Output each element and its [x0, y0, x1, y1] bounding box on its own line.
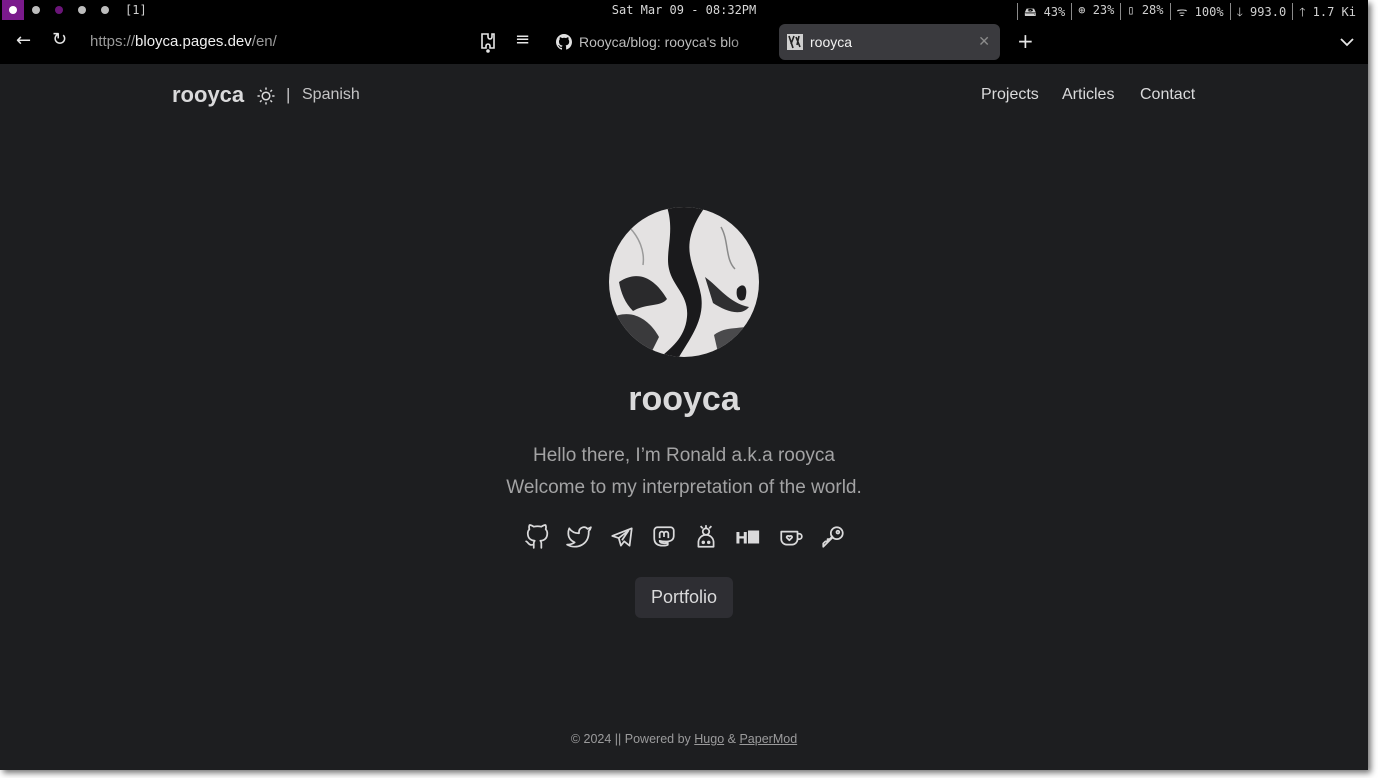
browser-toolbar: ← ↻ https://bloyca.pages.dev/en/ ≡ Rooyc…	[0, 20, 1368, 64]
footer-copyright: © 2024 || Powered by	[570, 732, 691, 746]
back-arrow-icon[interactable]: ←	[16, 32, 31, 50]
hugo-link[interactable]: Hugo	[694, 732, 724, 746]
profile-greeting: Hello there, I’m Ronald a.k.a rooyca	[532, 445, 836, 466]
tab-list-dropdown-icon[interactable]	[1339, 33, 1355, 51]
key-icon[interactable]	[818, 522, 848, 552]
twitter-icon[interactable]	[564, 522, 594, 552]
tab-github-blog[interactable]: Rooyca/blog: rooyca's blo	[548, 24, 770, 60]
site-favicon-icon	[787, 34, 803, 50]
svg-text:H: H	[735, 529, 748, 548]
theme-toggle-sun-icon[interactable]	[256, 86, 276, 106]
profile-avatar	[609, 207, 759, 357]
profile-name: rooyca	[628, 380, 740, 418]
url-host: bloyca.pages.dev	[135, 33, 252, 50]
github-icon[interactable]	[522, 522, 552, 552]
hn-icon[interactable]: H	[733, 522, 763, 552]
tab-label: rooyca	[810, 34, 853, 50]
tab-close-icon[interactable]: ✕	[978, 33, 990, 50]
footer-ampersand: &	[727, 732, 736, 746]
github-favicon-icon	[556, 34, 572, 50]
address-bar[interactable]: https://bloyca.pages.dev/en/	[90, 33, 277, 50]
tab-rooyca[interactable]: rooyca ✕	[779, 24, 1000, 60]
new-tab-icon[interactable]: +	[1017, 31, 1034, 51]
portfolio-button[interactable]: Portfolio	[635, 577, 733, 618]
url-scheme: https://	[90, 33, 136, 50]
telegram-icon[interactable]	[607, 522, 637, 552]
tab-label: Rooyca/blog: rooyca's blo	[579, 34, 739, 50]
papermod-link[interactable]: PaperMod	[739, 732, 797, 746]
mastodon-icon[interactable]	[649, 522, 679, 552]
nav-link-projects[interactable]: Projects	[981, 86, 1039, 104]
profile-tagline: Welcome to my interpretation of the worl…	[506, 477, 862, 498]
nav-link-contact[interactable]: Contact	[1140, 86, 1195, 104]
url-path: /en/	[251, 33, 277, 50]
system-status-bar: [1] Sat Mar 09 - 08:32PM 🖴 43% ⊕ 23% ▯ 2…	[0, 0, 1368, 24]
language-switch-link[interactable]: Spanish	[302, 86, 360, 104]
nav-link-articles[interactable]: Articles	[1062, 86, 1114, 104]
browser-window: [1] Sat Mar 09 - 08:32PM 🖴 43% ⊕ 23% ▯ 2…	[0, 0, 1368, 770]
tabs-menu-icon[interactable]: ≡	[515, 31, 530, 49]
header-separator: |	[286, 85, 291, 104]
extensions-icon[interactable]	[479, 31, 497, 57]
reload-icon[interactable]: ↻	[52, 31, 67, 49]
page-footer: © 2024 || Powered by Hugo & PaperMod	[0, 732, 1368, 746]
kofi-icon[interactable]	[776, 522, 806, 552]
social-links: H	[522, 522, 848, 552]
cloud-person-icon[interactable]	[691, 522, 721, 552]
site-logo-link[interactable]: rooyca	[172, 82, 244, 108]
